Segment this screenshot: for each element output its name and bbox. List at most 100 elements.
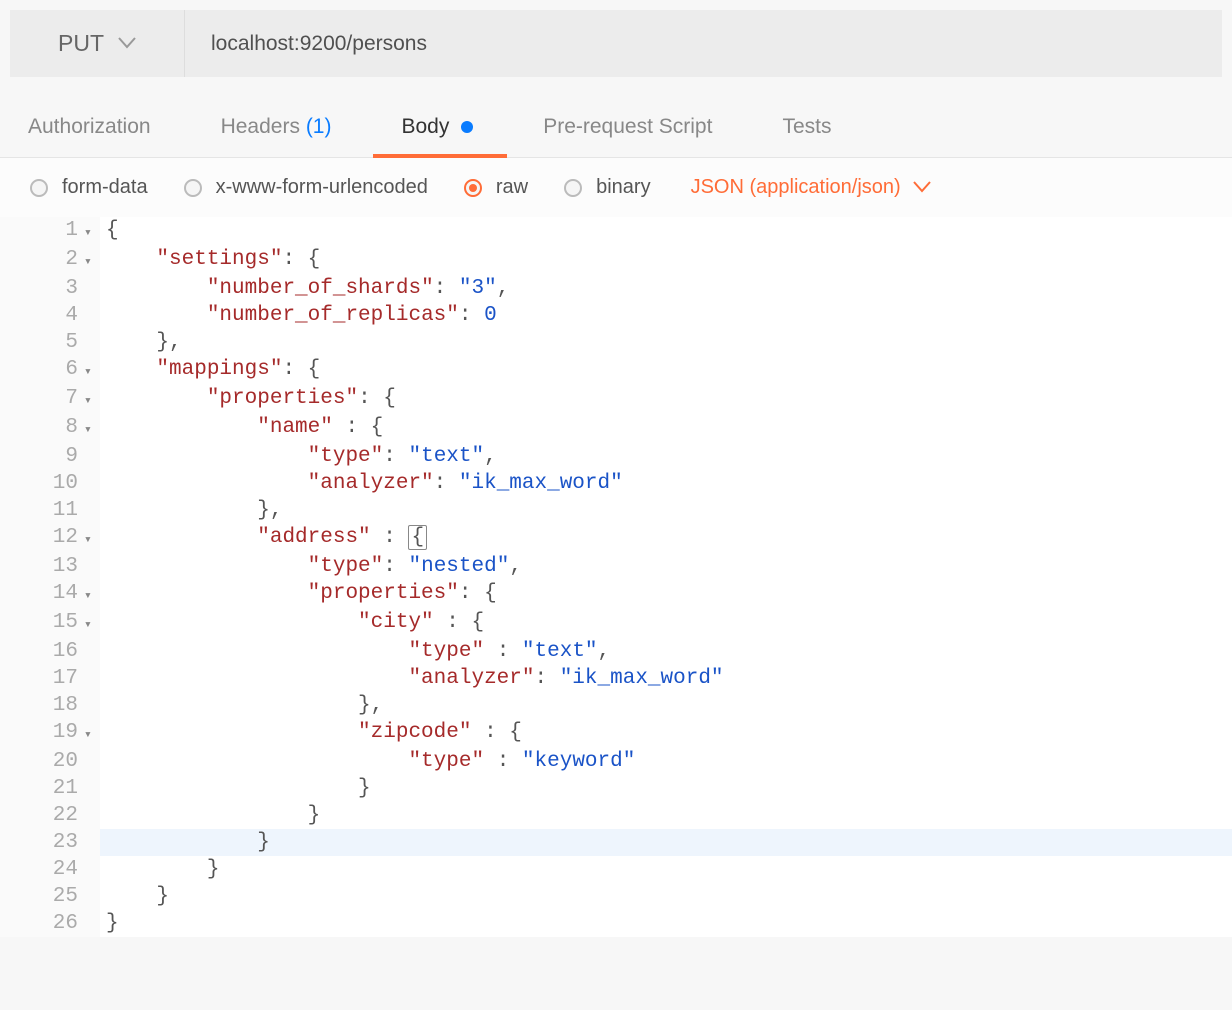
- code-line[interactable]: 5 },: [0, 329, 1232, 356]
- code-content[interactable]: "properties": {: [100, 385, 396, 414]
- line-number: 2: [0, 246, 84, 275]
- code-content[interactable]: "number_of_shards": "3",: [100, 275, 509, 302]
- code-line[interactable]: 14▾ "properties": {: [0, 580, 1232, 609]
- code-line[interactable]: 22 }: [0, 802, 1232, 829]
- code-line[interactable]: 9 "type": "text",: [0, 443, 1232, 470]
- tab-body[interactable]: Body: [395, 107, 479, 157]
- code-line[interactable]: 15▾ "city" : {: [0, 609, 1232, 638]
- code-content[interactable]: "city" : {: [100, 609, 484, 638]
- line-number: 14: [0, 580, 84, 609]
- line-number: 7: [0, 385, 84, 414]
- line-number: 21: [0, 775, 84, 802]
- line-number: 16: [0, 638, 84, 665]
- line-number: 5: [0, 329, 84, 356]
- code-line[interactable]: 17 "analyzer": "ik_max_word": [0, 665, 1232, 692]
- code-content[interactable]: }: [100, 856, 219, 883]
- code-content[interactable]: "zipcode" : {: [100, 719, 522, 748]
- code-line[interactable]: 25 }: [0, 883, 1232, 910]
- code-line[interactable]: 24 }: [0, 856, 1232, 883]
- fold-toggle-icon: [84, 775, 100, 802]
- code-content[interactable]: },: [100, 692, 383, 719]
- tab-headers[interactable]: Headers (1): [215, 107, 338, 157]
- code-content[interactable]: }: [100, 883, 169, 910]
- fold-toggle-icon: [84, 802, 100, 829]
- code-line[interactable]: 18 },: [0, 692, 1232, 719]
- line-number: 15: [0, 609, 84, 638]
- fold-toggle-icon: [84, 883, 100, 910]
- code-content[interactable]: {: [100, 217, 119, 246]
- code-content[interactable]: "number_of_replicas": 0: [100, 302, 497, 329]
- code-line[interactable]: 16 "type" : "text",: [0, 638, 1232, 665]
- code-line[interactable]: 23 }: [0, 829, 1232, 856]
- body-type-raw[interactable]: raw: [464, 176, 528, 199]
- code-line[interactable]: 8▾ "name" : {: [0, 414, 1232, 443]
- code-content[interactable]: "name" : {: [100, 414, 383, 443]
- code-line[interactable]: 13 "type": "nested",: [0, 553, 1232, 580]
- fold-toggle-icon[interactable]: ▾: [84, 414, 100, 443]
- fold-toggle-icon: [84, 329, 100, 356]
- tab-authorization[interactable]: Authorization: [22, 107, 157, 157]
- url-input[interactable]: [185, 10, 1222, 77]
- code-line[interactable]: 26}: [0, 910, 1232, 937]
- radio-icon: [184, 179, 202, 197]
- code-content[interactable]: }: [100, 829, 270, 856]
- code-line[interactable]: 1▾{: [0, 217, 1232, 246]
- code-line[interactable]: 2▾ "settings": {: [0, 246, 1232, 275]
- fold-toggle-icon[interactable]: ▾: [84, 217, 100, 246]
- code-line[interactable]: 10 "analyzer": "ik_max_word": [0, 470, 1232, 497]
- radio-icon: [464, 179, 482, 197]
- code-line[interactable]: 19▾ "zipcode" : {: [0, 719, 1232, 748]
- line-number: 10: [0, 470, 84, 497]
- body-type-selector: form-data x-www-form-urlencoded raw bina…: [0, 158, 1232, 217]
- code-content[interactable]: "analyzer": "ik_max_word": [100, 665, 724, 692]
- code-content[interactable]: }: [100, 910, 119, 937]
- code-content[interactable]: "properties": {: [100, 580, 497, 609]
- line-number: 18: [0, 692, 84, 719]
- code-line[interactable]: 3 "number_of_shards": "3",: [0, 275, 1232, 302]
- fold-toggle-icon[interactable]: ▾: [84, 609, 100, 638]
- body-type-binary[interactable]: binary: [564, 176, 650, 199]
- code-editor[interactable]: 1▾{2▾ "settings": {3 "number_of_shards":…: [0, 217, 1232, 937]
- line-number: 25: [0, 883, 84, 910]
- code-content[interactable]: "settings": {: [100, 246, 320, 275]
- code-line[interactable]: 21 }: [0, 775, 1232, 802]
- fold-toggle-icon[interactable]: ▾: [84, 580, 100, 609]
- tab-label: Authorization: [28, 115, 151, 138]
- fold-toggle-icon[interactable]: ▾: [84, 246, 100, 275]
- body-type-urlencoded[interactable]: x-www-form-urlencoded: [184, 176, 428, 199]
- code-content[interactable]: "type": "nested",: [100, 553, 522, 580]
- code-content[interactable]: },: [100, 497, 282, 524]
- code-line[interactable]: 6▾ "mappings": {: [0, 356, 1232, 385]
- fold-toggle-icon: [84, 692, 100, 719]
- http-method-select[interactable]: PUT: [10, 10, 185, 77]
- code-content[interactable]: "type" : "keyword": [100, 748, 635, 775]
- chevron-down-icon: [118, 33, 136, 54]
- code-line[interactable]: 11 },: [0, 497, 1232, 524]
- fold-toggle-icon[interactable]: ▾: [84, 356, 100, 385]
- body-type-form-data[interactable]: form-data: [30, 176, 148, 199]
- tab-prerequest-script[interactable]: Pre-request Script: [537, 107, 718, 157]
- code-content[interactable]: "type" : "text",: [100, 638, 610, 665]
- fold-toggle-icon[interactable]: ▾: [84, 524, 100, 553]
- code-line[interactable]: 7▾ "properties": {: [0, 385, 1232, 414]
- line-number: 23: [0, 829, 84, 856]
- code-line[interactable]: 4 "number_of_replicas": 0: [0, 302, 1232, 329]
- code-line[interactable]: 20 "type" : "keyword": [0, 748, 1232, 775]
- code-line[interactable]: 12▾ "address" : {: [0, 524, 1232, 553]
- code-content[interactable]: }: [100, 802, 320, 829]
- code-content[interactable]: "type": "text",: [100, 443, 497, 470]
- tab-tests[interactable]: Tests: [776, 107, 837, 157]
- fold-toggle-icon: [84, 856, 100, 883]
- fold-toggle-icon[interactable]: ▾: [84, 719, 100, 748]
- radio-label: raw: [496, 176, 528, 199]
- code-content[interactable]: }: [100, 775, 371, 802]
- content-type-select[interactable]: JSON (application/json): [691, 176, 931, 199]
- code-content[interactable]: "analyzer": "ik_max_word": [100, 470, 623, 497]
- code-content[interactable]: },: [100, 329, 182, 356]
- code-content[interactable]: "mappings": {: [100, 356, 320, 385]
- fold-toggle-icon[interactable]: ▾: [84, 385, 100, 414]
- fold-toggle-icon: [84, 553, 100, 580]
- line-number: 22: [0, 802, 84, 829]
- code-content[interactable]: "address" : {: [100, 524, 427, 553]
- radio-label: form-data: [62, 176, 148, 199]
